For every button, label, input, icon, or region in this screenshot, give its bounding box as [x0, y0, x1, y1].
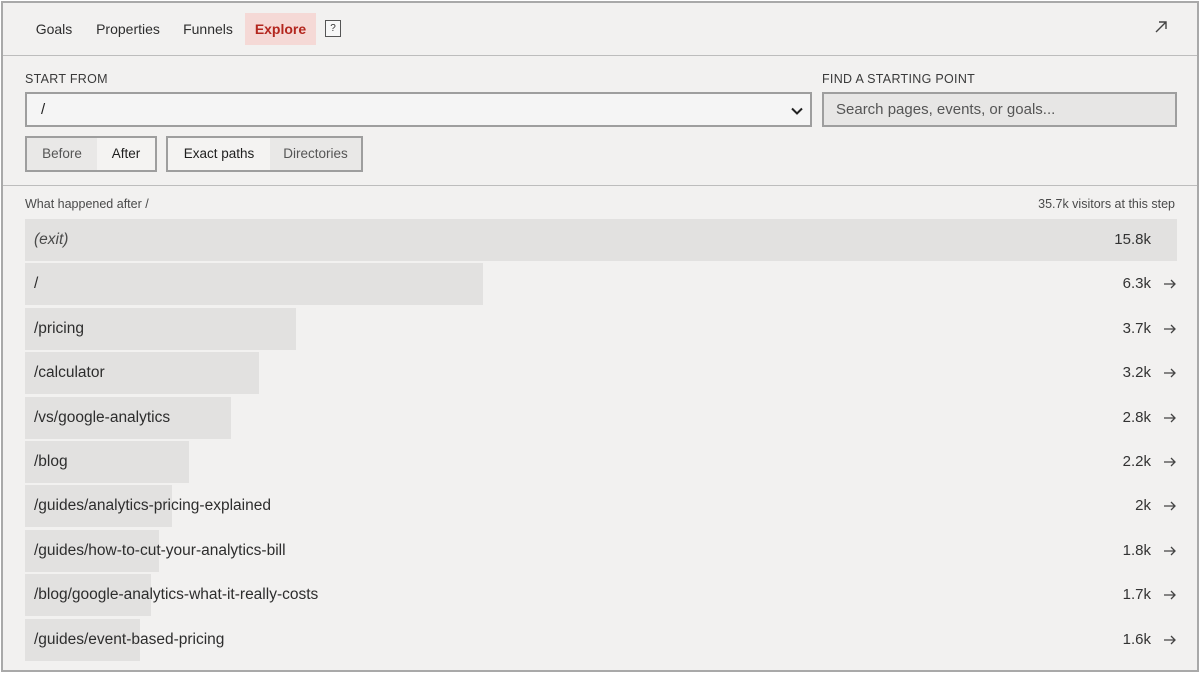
section-divider	[3, 185, 1197, 186]
path-row[interactable]: /guides/how-to-cut-your-analytics-bill 1.…	[25, 529, 1177, 572]
arrow-right-icon[interactable]	[1163, 322, 1177, 336]
chevron-down-icon	[791, 107, 803, 115]
arrow-right-icon[interactable]	[1163, 455, 1177, 469]
row-count: 1.7k	[1122, 586, 1151, 604]
row-path: /calculator	[34, 364, 105, 382]
after-option[interactable]: After	[97, 138, 155, 170]
row-count: 2.8k	[1122, 408, 1151, 426]
path-row[interactable]: /vs/google-analytics 2.8k	[25, 396, 1177, 439]
arrow-right-icon[interactable]	[1163, 633, 1177, 647]
exit-row: (exit) 15.8k	[25, 219, 1177, 261]
start-from-value: /	[41, 101, 46, 118]
search-input[interactable]: Search pages, events, or goals...	[822, 92, 1177, 127]
path-row[interactable]: /blog 2.2k	[25, 441, 1177, 483]
arrow-right-icon[interactable]	[1163, 544, 1177, 558]
row-path: /guides/analytics-pricing-explained	[34, 497, 271, 515]
directories-option[interactable]: Directories	[270, 138, 361, 170]
row-count: 2k	[1135, 497, 1151, 515]
path-row[interactable]: /guides/event-based-pricing 1.6k	[25, 618, 1177, 661]
exact-paths-option[interactable]: Exact paths	[168, 138, 270, 170]
arrow-right-icon[interactable]	[1163, 366, 1177, 380]
help-icon[interactable]: ?	[325, 20, 341, 37]
row-count: 3.7k	[1122, 319, 1151, 337]
path-row[interactable]: /guides/analytics-pricing-explained 2k	[25, 485, 1177, 528]
tab-properties[interactable]: Properties	[89, 13, 167, 45]
row-path: /vs/google-analytics	[34, 408, 171, 426]
row-path: (exit)	[34, 231, 69, 248]
row-count: 3.2k	[1122, 364, 1151, 382]
path-mode-toggle: Exact paths Directories	[166, 136, 363, 172]
row-path: /pricing	[34, 319, 84, 337]
row-path: /guides/how-to-cut-your-analytics-bill	[34, 541, 286, 559]
row-count: 15.8k	[1114, 231, 1151, 248]
arrow-right-icon[interactable]	[1163, 411, 1177, 425]
before-option[interactable]: Before	[27, 138, 97, 170]
tab-goals[interactable]: Goals	[25, 13, 83, 45]
row-count: 1.6k	[1122, 630, 1151, 648]
top-nav: Goals Properties Funnels Explore ?	[3, 3, 1197, 56]
arrow-right-icon[interactable]	[1163, 499, 1177, 513]
path-row[interactable]: /blog/google-analytics-what-it-really-co…	[25, 574, 1177, 617]
arrow-up-right-icon[interactable]	[1151, 17, 1171, 37]
arrow-right-icon[interactable]	[1163, 277, 1177, 291]
results-heading: What happened after /	[25, 197, 149, 211]
row-count: 6.3k	[1122, 275, 1151, 293]
start-from-label: START FROM	[25, 72, 108, 86]
start-from-select[interactable]: /	[25, 92, 812, 127]
tab-explore[interactable]: Explore	[245, 13, 316, 45]
row-path: /guides/event-based-pricing	[34, 630, 225, 648]
row-path: /blog/google-analytics-what-it-really-co…	[34, 586, 319, 604]
row-path: /blog	[34, 453, 68, 470]
find-starting-point-label: FIND A STARTING POINT	[822, 72, 976, 86]
arrow-right-icon[interactable]	[1163, 588, 1177, 602]
direction-toggle: Before After	[25, 136, 157, 172]
path-row[interactable]: /calculator 3.2k	[25, 352, 1177, 395]
path-row[interactable]: / 6.3k	[25, 263, 1177, 306]
row-bar	[25, 219, 1177, 261]
row-count: 1.8k	[1122, 541, 1151, 559]
path-row[interactable]: /pricing 3.7k	[25, 307, 1177, 350]
tab-funnels[interactable]: Funnels	[175, 13, 241, 45]
row-path: /	[34, 275, 39, 293]
explore-panel: Goals Properties Funnels Explore ? START…	[1, 1, 1199, 672]
row-bar	[25, 263, 483, 306]
row-count: 2.2k	[1122, 453, 1151, 470]
visitors-summary: 35.7k visitors at this step	[1038, 197, 1175, 211]
